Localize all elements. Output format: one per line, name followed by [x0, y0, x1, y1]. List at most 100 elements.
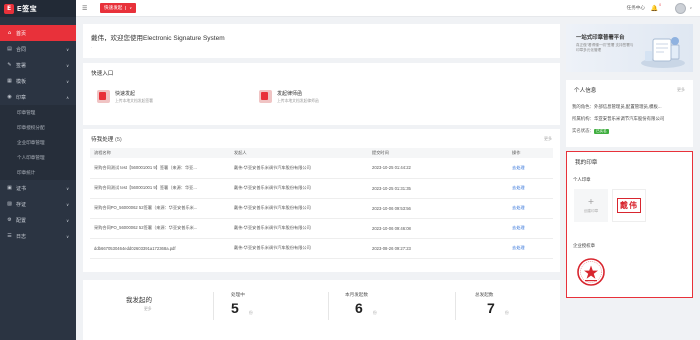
chevron-down-icon: ∨: [66, 185, 69, 191]
stat-unit: 份: [249, 311, 253, 315]
chevron-down-icon: ∨: [66, 62, 69, 68]
column-header: 操作: [508, 148, 553, 158]
sidebar-subitem-personal-seal[interactable]: 个人印章管理: [0, 150, 76, 165]
quick-entry-lawyer-letter[interactable]: 发起律师函 上传本地文档发起律师函: [259, 90, 319, 104]
quick-entry-launch[interactable]: 快速发起 上传本地文档发起签署: [97, 90, 153, 104]
chevron-down-icon: ∨: [66, 217, 69, 223]
welcome-title: 戴伟，欢迎您使用Electronic Signature System: [91, 35, 225, 42]
sidebar-subitem-company-seal[interactable]: 企业印章管理: [0, 135, 76, 150]
todo-more-link[interactable]: 更多: [544, 136, 552, 142]
flow-name-cell: 采购合同PO_56000062 52签署（来源：华亚安普乐米...: [90, 218, 230, 239]
process-link[interactable]: 去处理: [508, 218, 553, 239]
personal-seal-thumbnail[interactable]: 戴伟: [612, 189, 646, 222]
promo-banner[interactable]: 一站式印章普署平台 真正做"看得懂一切"签署 支持签署与印章多元化管理: [566, 24, 693, 72]
initiator-cell: 戴伟-华亚安普乐米调节汽车股份有限公司: [230, 178, 368, 199]
sidebar-item-label: 模板: [16, 78, 27, 85]
sign-icon: ✎: [7, 62, 12, 68]
sidebar-item-seal[interactable]: ◉ 印章 ∧: [0, 89, 76, 105]
todo-title-text: 待我处理: [91, 137, 114, 143]
sidebar-item-certificate[interactable]: ▣ 证书 ∨: [0, 180, 76, 196]
org-row: 所属机构：华亚安普乐米调节汽车股份有限公司: [572, 116, 690, 122]
sidebar-item-home[interactable]: ⌂ 首页: [0, 25, 76, 41]
logo-text: E签宝: [17, 5, 38, 13]
personal-info-card: 个人信息 更多 我的角色：外部信息管理员,配置管理员,模板... 所属机构：华亚…: [566, 80, 693, 147]
avatar[interactable]: [675, 3, 686, 14]
table-row: 采购合同测试 test【560001001 9】签署（来源：华亚... 戴伟-华…: [90, 158, 553, 179]
process-link[interactable]: 去处理: [508, 158, 553, 179]
notification-count-badge: 0: [659, 3, 661, 7]
column-header: 发起人: [230, 148, 368, 158]
sidebar-item-evidence[interactable]: ▨ 存证 ∨: [0, 196, 76, 212]
sidebar-item-label: 存证: [16, 201, 27, 208]
stats-more-link[interactable]: 更多: [144, 307, 152, 312]
company-seal-thumbnail[interactable]: [574, 255, 608, 288]
sidebar-item-label: 配置: [16, 217, 27, 224]
stat-label-processing: 处理中: [231, 292, 245, 297]
sidebar-item-label: 合同: [16, 46, 27, 53]
quick-entry-desc: 上传本地文档发起律师函: [277, 99, 319, 103]
todo-count: (5): [114, 137, 122, 143]
sidebar-item-log[interactable]: ☰ 日志 ∨: [0, 228, 76, 244]
welcome-card: 戴伟，欢迎您使用Electronic Signature System .: [83, 24, 560, 58]
submit-time-cell: 2023-10-06 09:53:56: [368, 198, 508, 219]
initiator-cell: 戴伟-华亚安普乐米调节汽车股份有限公司: [230, 198, 368, 219]
org-value: 华亚安普乐米调节汽车股份有限公司: [593, 116, 665, 121]
sidebar-item-contract[interactable]: ▤ 合同 ∨: [0, 41, 76, 57]
sidebar-item-config[interactable]: ⚙ 配置 ∨: [0, 212, 76, 228]
column-header: 流程名称: [90, 148, 230, 158]
personal-seal-label: 个人印章: [573, 177, 591, 182]
quick-launch-label: 快速发起: [104, 5, 123, 10]
stat-unit: 份: [505, 311, 509, 315]
quick-entry-title: 快速入口: [91, 71, 114, 77]
promo-illustration-icon: [641, 37, 685, 68]
stat-unit: 份: [373, 311, 377, 315]
quick-entry-label: 快速发起: [115, 91, 136, 97]
role-row: 我的角色：外部信息管理员,配置管理员,模板...: [572, 104, 690, 110]
sidebar-item-label: 首页: [16, 30, 27, 37]
sidebar-subitem-seal-auth[interactable]: 印章授权分配: [0, 120, 76, 135]
template-icon: ▦: [7, 78, 12, 84]
process-link[interactable]: 去处理: [508, 238, 553, 259]
stat-label-month: 本月发起数: [345, 292, 368, 297]
sidebar-subitem-seal-manage[interactable]: 印章管理: [0, 105, 76, 120]
sidebar-item-template[interactable]: ▦ 模板 ∨: [0, 73, 76, 89]
personal-seal-stamp: 戴伟: [617, 198, 641, 213]
chevron-down-icon: ∨: [66, 78, 69, 84]
my-seals-card: 我的印章 个人印章 + 创建印章 戴伟 企业授权章: [566, 151, 693, 298]
create-seal-button[interactable]: + 创建印章: [574, 189, 608, 222]
role-key: 我的角色：: [572, 104, 594, 109]
submit-time-cell: 2023-08-26 09:27:23: [368, 238, 508, 259]
process-link[interactable]: 去处理: [508, 178, 553, 199]
sidebar-item-label: 证书: [16, 185, 27, 192]
logo[interactable]: E E签宝: [0, 0, 76, 17]
promo-desc: 真正做"看得懂一切"签署 支持签署与印章多元化管理: [576, 43, 634, 52]
bell-icon[interactable]: 🔔: [651, 5, 658, 12]
table-row: ddb6670530464edd02603391a172368a.pdf 戴伟-…: [90, 238, 553, 259]
initiated-stats-card: 我发起的 更多 处理中 5 份 本月发起数 6 份 总发起数 7 份: [83, 280, 560, 340]
chevron-up-icon: ∧: [66, 94, 69, 100]
process-link[interactable]: 去处理: [508, 198, 553, 219]
submit-time-cell: 2023-10-06 09:46:08: [368, 218, 508, 239]
log-icon: ☰: [7, 233, 12, 239]
sidebar-subitem-seal-stats[interactable]: 印章统计: [0, 165, 76, 180]
certificate-icon: ▣: [7, 185, 12, 191]
column-header: 提交时间: [368, 148, 508, 158]
chevron-down-icon[interactable]: ∨: [689, 6, 692, 10]
flow-name-cell: 采购合同PO_56000062 52签署（来源：华亚安普乐米...: [90, 198, 230, 219]
stat-value-month: 6: [355, 300, 363, 316]
todo-table: 流程名称 发起人 提交时间 操作 采购合同测试 test【560001001 9…: [90, 148, 553, 259]
sidebar-item-label: 印章: [16, 94, 27, 101]
sidebar: E E签宝 ⌂ 首页 ▤ 合同 ∨ ✎ 签署 ∨ ▦ 模板 ∨ ◉ 印章 ∧ 印…: [0, 0, 76, 340]
flow-name-cell: ddb6670530464edd02603391a172368a.pdf: [90, 238, 230, 259]
menu-toggle-icon[interactable]: ☰: [82, 5, 88, 12]
divider: [328, 292, 329, 320]
todo-title: 待我处理 (5): [83, 129, 560, 149]
sidebar-item-sign[interactable]: ✎ 签署 ∨: [0, 57, 76, 73]
table-row: 采购合同测试 test【560001001 9】签署（来源：华亚... 戴伟-华…: [90, 178, 553, 199]
divider: [213, 292, 214, 320]
personal-more-link[interactable]: 更多: [677, 87, 685, 93]
quick-launch-button[interactable]: 快速发起 ∨: [100, 3, 136, 13]
todo-card: 待我处理 (5) 更多 流程名称 发起人 提交时间 操作 采购合同测试 test…: [83, 129, 560, 272]
task-center-link[interactable]: 任务中心: [627, 5, 645, 11]
personal-info-title: 个人信息: [574, 88, 597, 94]
